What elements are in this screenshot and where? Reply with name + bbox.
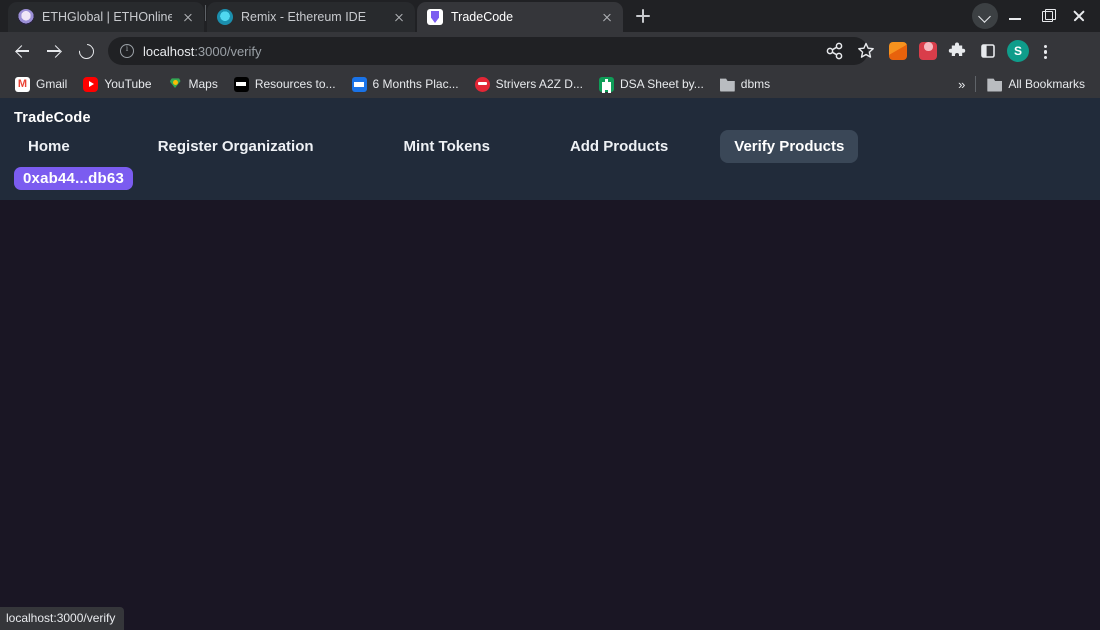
- folder-icon: [987, 78, 1003, 92]
- bookmark-gmail[interactable]: Gmail: [8, 74, 74, 95]
- bookmark-label: DSA Sheet by...: [619, 77, 704, 91]
- profile-avatar[interactable]: S: [1004, 37, 1032, 65]
- bookmark-folder-dbms[interactable]: dbms: [713, 74, 777, 95]
- extensions-puzzle-icon[interactable]: [944, 37, 972, 65]
- maps-icon: [168, 77, 183, 92]
- nav-item-register-organization[interactable]: Register Organization: [144, 130, 328, 163]
- tab-search-chevron-down-icon[interactable]: [972, 3, 998, 29]
- close-icon[interactable]: [391, 9, 407, 25]
- avatar-initial: S: [1007, 40, 1029, 62]
- url-host: localhost: [143, 43, 195, 59]
- minimize-icon[interactable]: [1000, 1, 1030, 31]
- address-bar[interactable]: localhost:3000/verify: [108, 37, 868, 65]
- bookmark-maps[interactable]: Maps: [161, 74, 225, 95]
- bookmark-youtube[interactable]: YouTube: [76, 74, 158, 95]
- forward-button[interactable]: [40, 37, 68, 65]
- folder-icon: [719, 78, 735, 92]
- bookmark-label: dbms: [740, 77, 771, 91]
- bookmark-label: Strivers A2Z D...: [495, 77, 583, 91]
- wallet-row: 0xab44...db63: [0, 163, 1100, 190]
- chrome-menu-icon[interactable]: [1034, 37, 1056, 65]
- toolbar-right-group: S: [884, 37, 1056, 65]
- metamask-extension-icon[interactable]: [884, 37, 912, 65]
- nav-item-home[interactable]: Home: [14, 130, 84, 163]
- browser-tab-ethglobal[interactable]: ETHGlobal | ETHOnline 2: [8, 2, 204, 32]
- bookmark-resources[interactable]: Resources to...: [227, 74, 343, 95]
- tab-divider: [205, 5, 206, 21]
- nav-item-mint-tokens[interactable]: Mint Tokens: [390, 130, 504, 163]
- close-icon[interactable]: [180, 9, 196, 25]
- bookmark-label: Gmail: [36, 77, 68, 91]
- close-icon[interactable]: [599, 9, 615, 25]
- app-brand[interactable]: TradeCode: [0, 108, 1100, 130]
- dsasheet-icon: [598, 76, 614, 92]
- wallet-address-badge[interactable]: 0xab44...db63: [14, 167, 133, 190]
- tab-title: Remix - Ethereum IDE: [241, 10, 367, 24]
- bookmarks-bar: Gmail YouTube Maps Resources to... 6 Mon…: [0, 70, 1100, 98]
- url-path: :3000/verify: [194, 43, 262, 59]
- strivers-icon: [474, 76, 490, 92]
- remix-favicon-icon: [217, 9, 233, 25]
- browser-tab-tradecode[interactable]: TradeCode: [417, 2, 623, 32]
- bookmark-star-icon[interactable]: [852, 37, 880, 65]
- page-content: TradeCode Home Register Organization Min…: [0, 98, 1100, 603]
- bookmark-label: Maps: [188, 77, 218, 91]
- bookmarks-overflow-group: » All Bookmarks: [952, 74, 1092, 95]
- nav-item-verify-products[interactable]: Verify Products: [720, 130, 859, 163]
- back-button[interactable]: [8, 37, 36, 65]
- maximize-icon[interactable]: [1032, 1, 1062, 31]
- gmail-icon: [15, 76, 30, 92]
- bookmark-strivers[interactable]: Strivers A2Z D...: [468, 74, 590, 95]
- tradecode-favicon-icon: [427, 9, 443, 25]
- tab-title: ETHGlobal | ETHOnline 2: [42, 10, 172, 24]
- bookmark-dsa-sheet[interactable]: DSA Sheet by...: [592, 74, 711, 95]
- nav-item-add-products[interactable]: Add Products: [556, 130, 682, 163]
- bookmark-label: 6 Months Plac...: [372, 77, 459, 91]
- window-close-icon[interactable]: [1064, 1, 1094, 31]
- share-icon[interactable]: [820, 37, 848, 65]
- app-nav-row: Home Register Organization Mint Tokens A…: [0, 130, 1100, 163]
- bookmark-label: Resources to...: [254, 77, 336, 91]
- bookmark-six-months[interactable]: 6 Months Plac...: [345, 74, 466, 95]
- ethglobal-favicon-icon: [18, 9, 34, 25]
- status-bar: localhost:3000/verify: [0, 607, 125, 630]
- app-navbar: TradeCode Home Register Organization Min…: [0, 98, 1100, 200]
- all-bookmarks-label: All Bookmarks: [1008, 77, 1085, 91]
- bookmark-label: YouTube: [104, 77, 152, 91]
- side-panel-icon[interactable]: [974, 37, 1002, 65]
- browser-toolbar: localhost:3000/verify: [0, 32, 1100, 70]
- new-tab-button[interactable]: [629, 2, 657, 30]
- all-bookmarks-button[interactable]: All Bookmarks: [980, 74, 1092, 95]
- bookmarks-overflow-chevron[interactable]: »: [952, 77, 971, 92]
- youtube-icon: [83, 76, 99, 92]
- browser-tab-remix[interactable]: Remix - Ethereum IDE: [207, 2, 415, 32]
- resources-icon: [233, 76, 249, 92]
- divider: [975, 76, 977, 92]
- sixmonths-icon: [351, 76, 367, 92]
- tab-strip: ETHGlobal | ETHOnline 2 Remix - Ethereum…: [0, 0, 1100, 32]
- tab-title: TradeCode: [451, 10, 514, 24]
- browser-chrome: ETHGlobal | ETHOnline 2 Remix - Ethereum…: [0, 0, 1100, 98]
- reload-icon[interactable]: [72, 37, 100, 65]
- url-text: localhost:3000/verify: [143, 44, 262, 59]
- window-controls: [972, 0, 1100, 32]
- extension-icon[interactable]: [914, 37, 942, 65]
- site-info-icon[interactable]: [120, 43, 134, 58]
